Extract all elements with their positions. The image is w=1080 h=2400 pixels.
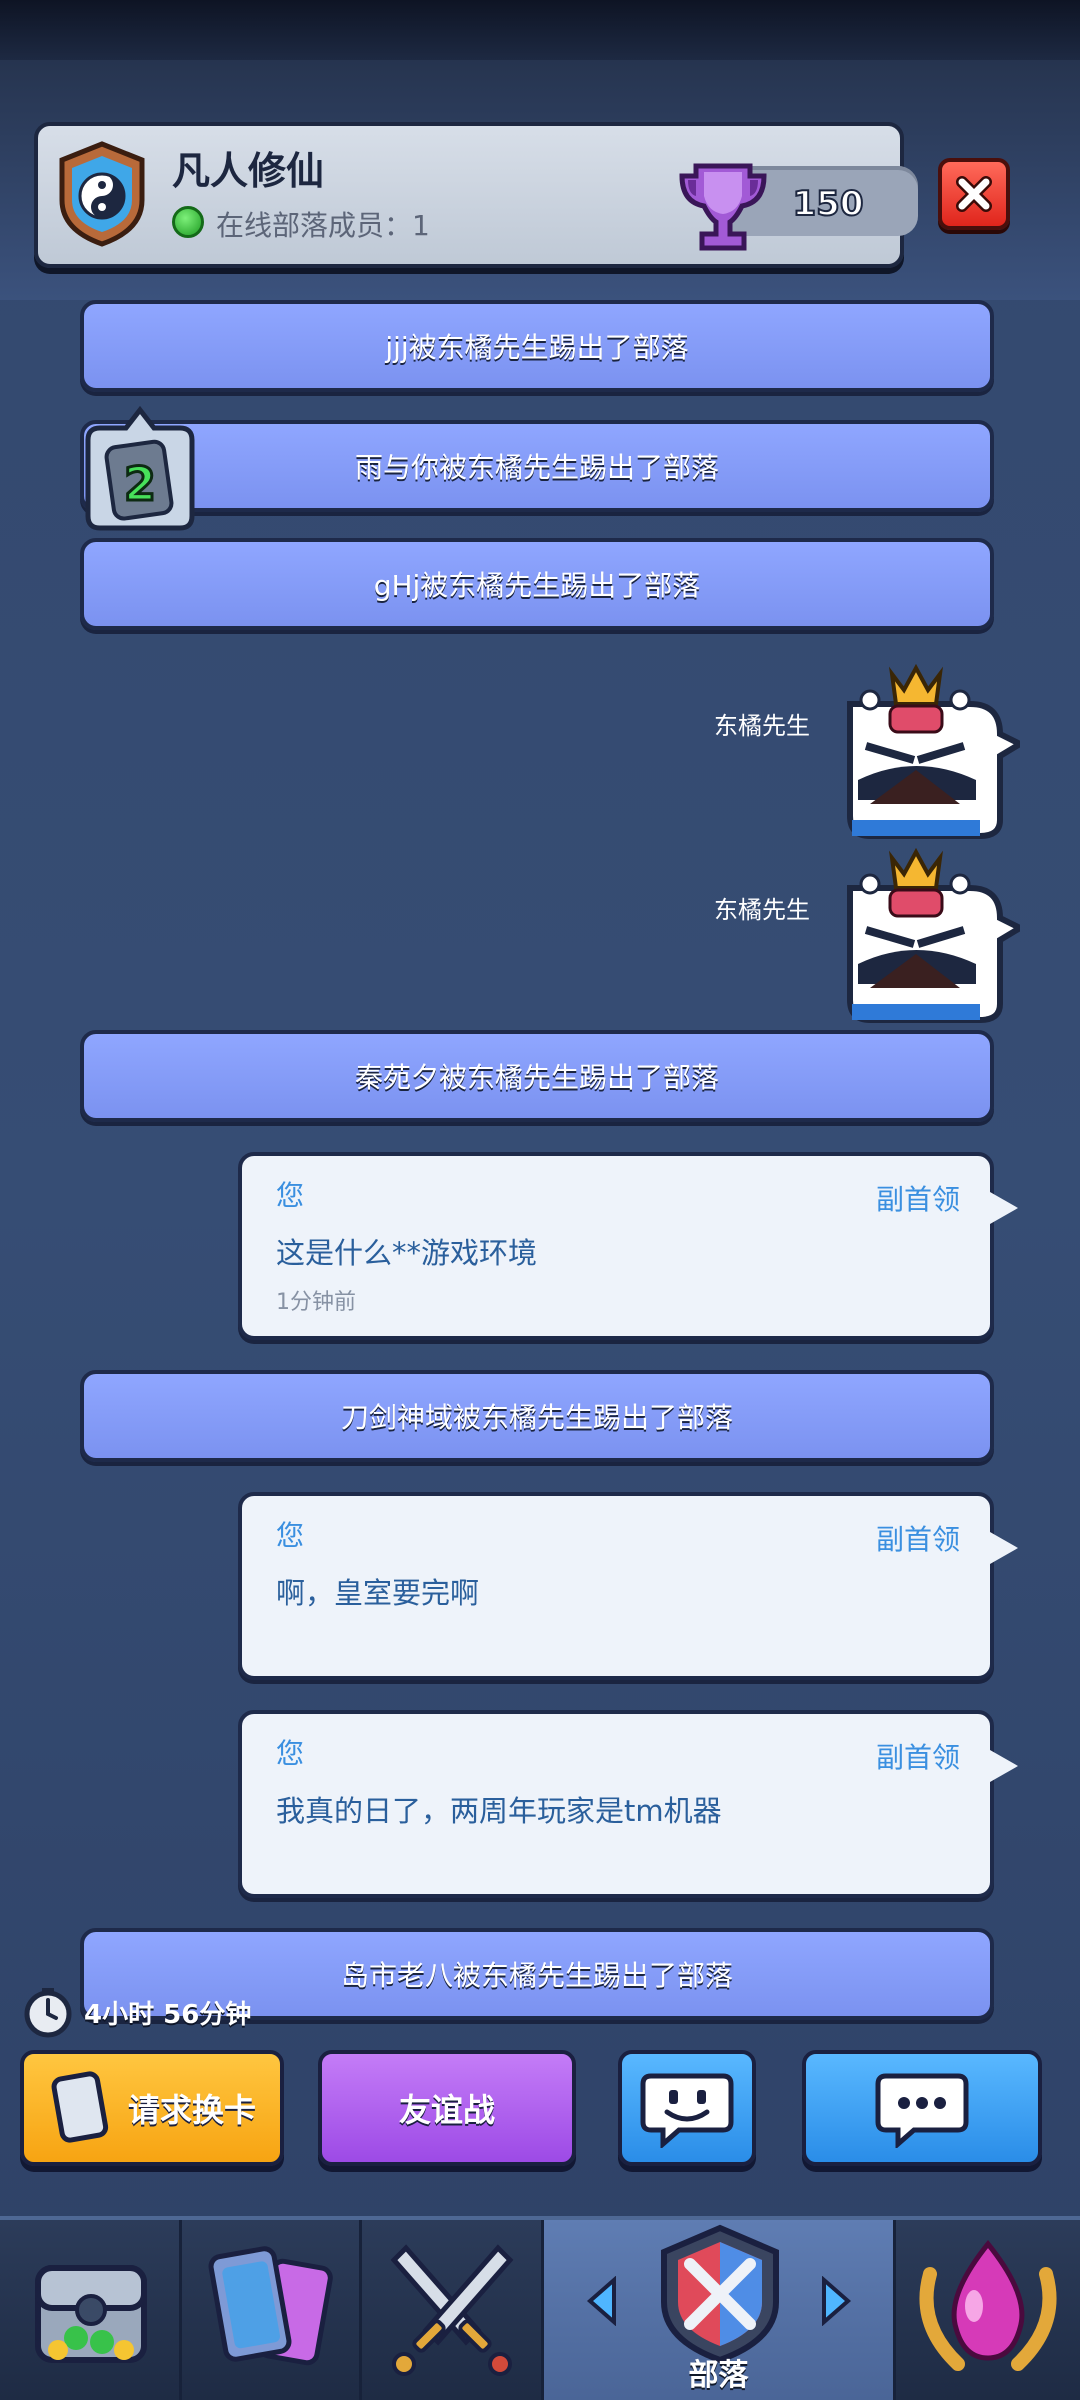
chat-text: 这是什么**游戏环境: [276, 1236, 538, 1270]
chat-message: 您 副首领 这是什么**游戏环境 1分钟前: [238, 1152, 1018, 1340]
treasure-chest-icon: [35, 2265, 147, 2363]
chat-author: 您: [276, 1179, 305, 1212]
smile-emote-icon: [640, 2073, 734, 2148]
clan-trophies: 150: [678, 156, 918, 251]
bottom-nav: 部落: [0, 2216, 1080, 2400]
chat-role: 副首领: [875, 1183, 960, 1216]
nav-tab-battle[interactable]: [362, 2220, 544, 2400]
request-cards-label: 请求换卡: [127, 2091, 256, 2129]
friendly-battle-label: 友谊战: [398, 2091, 495, 2129]
request-cooldown-timer: 4小时 56分钟: [84, 2000, 252, 2030]
system-message: gHj被东橘先生踢出了部落: [80, 538, 994, 630]
crossed-swords-icon: [390, 2244, 514, 2376]
system-message: jjj被东橘先生踢出了部落: [80, 300, 994, 392]
chat-input-button[interactable]: [802, 2050, 1042, 2166]
chat-text: 啊，皇室要完啊: [276, 1576, 480, 1610]
online-members-count: 在线部落成员：1: [216, 209, 430, 242]
timer-icon: [24, 1988, 72, 2038]
card-request-badge-icon[interactable]: 2: [80, 404, 200, 544]
clan-badge-icon: [59, 141, 145, 247]
chat-bubble-tail: [990, 1750, 1018, 1782]
chat-message: 您 副首领 啊，皇室要完啊: [238, 1492, 1018, 1680]
chat-author: 您: [276, 1737, 305, 1770]
cards-icon: [208, 2246, 333, 2366]
online-status-icon: [172, 206, 204, 238]
status-bar: [0, 0, 1080, 60]
angry-king-emote-icon: [847, 847, 1020, 1023]
system-message: 刀剑神域被东橘先生踢出了部落: [80, 1370, 994, 1462]
chevron-left-icon: [586, 2276, 616, 2326]
system-message: 雨与你被东橘先生踢出了部落: [80, 420, 994, 512]
friendly-battle-button[interactable]: 友谊战: [318, 2050, 576, 2166]
elixir-laurel-icon: [919, 2240, 1057, 2371]
chat-role: 副首领: [875, 1741, 960, 1774]
system-message: 秦苑夕被东橘先生踢出了部落: [80, 1030, 994, 1122]
request-cards-button[interactable]: 请求换卡: [20, 2050, 284, 2166]
emote-sender-name: 东橘先生: [714, 712, 810, 740]
trophy-icon: [679, 163, 767, 251]
card-icon: [51, 2071, 109, 2143]
chat-author: 您: [276, 1519, 305, 1552]
chat-message: 您 副首领 我真的日了，两周年玩家是tm机器: [238, 1710, 1018, 1898]
clan-header[interactable]: 凡人修仙 在线部落成员：1 150: [34, 122, 918, 268]
close-icon: [956, 176, 992, 212]
nav-tab-clan[interactable]: 部落: [544, 2220, 896, 2400]
chat-bubble-icon: [875, 2073, 969, 2148]
emote-sender-name: 东橘先生: [714, 896, 810, 924]
chat-role: 副首领: [875, 1523, 960, 1556]
close-button[interactable]: [938, 158, 1010, 230]
chat-bubble-tail: [990, 1192, 1018, 1224]
clan-shield-icon: [661, 2224, 779, 2364]
card-request-count: 2: [124, 457, 156, 511]
angry-king-emote-icon: [847, 663, 1020, 839]
chevron-right-icon: [822, 2276, 852, 2326]
chat-text: 我真的日了，两周年玩家是tm机器: [276, 1794, 722, 1828]
nav-tab-shop[interactable]: [0, 2220, 182, 2400]
nav-tab-clan-label: 部落: [688, 2358, 749, 2393]
chat-bubble-tail: [990, 1532, 1018, 1564]
emote-button[interactable]: [618, 2050, 756, 2166]
nav-tab-cards[interactable]: [182, 2220, 362, 2400]
chat-time: 1分钟前: [276, 1290, 356, 1315]
nav-tab-events[interactable]: [896, 2220, 1080, 2400]
clan-name: 凡人修仙: [172, 149, 325, 193]
